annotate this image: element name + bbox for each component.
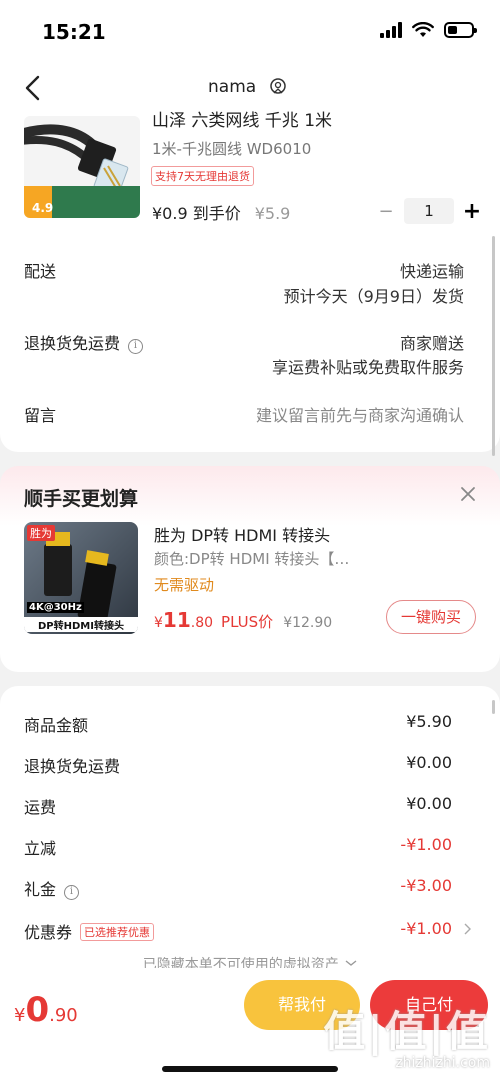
total-int: 0	[25, 990, 50, 1030]
summary-value-return: ¥0.00	[406, 753, 452, 772]
total-price: ¥0.90	[14, 990, 78, 1030]
status-bar: 15:21	[0, 0, 500, 60]
watermark-logo: 值|值|值	[323, 1007, 490, 1056]
recommend-product-image[interactable]: 胜为 4K@30Hz DP转HDMI转接头	[24, 522, 138, 634]
price-dec: .80	[190, 615, 214, 631]
chevron-down-icon	[345, 960, 357, 966]
decrease-button[interactable]: −	[374, 201, 398, 222]
recommend-img-spec: 4K@30Hz	[27, 602, 84, 613]
close-icon[interactable]	[460, 486, 476, 502]
delivery-label: 配送	[24, 262, 57, 281]
coupon-tag: 已选推荐优惠	[80, 923, 155, 941]
status-icons	[380, 22, 477, 38]
summary-value-gift: -¥3.00	[400, 876, 452, 895]
summary-value-coupon[interactable]: -¥1.00	[400, 919, 452, 938]
summary-label-goods: 商品金额	[24, 716, 89, 735]
message-label: 留言	[24, 406, 57, 425]
quantity-value[interactable]: 1	[404, 198, 454, 224]
total-symbol: ¥	[14, 1005, 26, 1026]
original-price: ¥5.9	[254, 204, 291, 223]
recommend-heading: 顺手买更划算	[24, 488, 139, 510]
one-click-buy-button[interactable]: 一键购买	[386, 600, 476, 634]
cellular-signal-icon	[380, 22, 402, 38]
nav-title: nama	[208, 77, 257, 97]
summary-value-discount: -¥1.00	[400, 835, 452, 854]
scrollbar[interactable]	[492, 236, 495, 456]
plus-price-label: PLUS价	[221, 613, 274, 631]
order-card: 4.9 山泽 六类网线 千兆 1米 1米-千兆圆线 WD6010 支持7天无理由…	[0, 111, 500, 452]
delivery-estimate: 预计今天（9月9日）发货	[283, 287, 464, 306]
return-policy-tag: 支持7天无理由退货	[151, 166, 254, 186]
nav-title-group[interactable]: nama	[208, 77, 288, 97]
price-int: 11	[162, 608, 191, 632]
info-icon[interactable]: i	[64, 885, 80, 900]
final-price: ¥0.9 到手价	[152, 204, 241, 223]
recommend-card: 顺手买更划算 胜为 4K@30Hz DP转HDMI转接头 胜为 DP转 HDMI…	[0, 466, 500, 672]
battery-icon	[444, 22, 477, 38]
total-dec: .90	[49, 1005, 78, 1026]
recommend-img-brand: 胜为	[27, 525, 55, 541]
status-time: 15:21	[42, 20, 106, 44]
product-title: 山泽 六类网线 千兆 1米	[152, 111, 333, 131]
scrollbar-thumb[interactable]	[492, 700, 495, 714]
summary-label-gift: 礼金 i	[24, 876, 80, 900]
increase-button[interactable]: +	[460, 199, 484, 224]
summary-value-goods: ¥5.90	[406, 712, 452, 731]
recommend-original-price: ¥12.90	[283, 615, 333, 631]
quantity-stepper: − 1 +	[374, 198, 484, 224]
watermark: 值|值|值 zhizhizhi.com	[323, 998, 490, 1071]
recommend-img-caption: DP转HDMI转接头	[24, 617, 138, 632]
home-indicator	[162, 1066, 338, 1072]
wifi-icon	[412, 22, 434, 37]
product-spec[interactable]: 1米-千兆圆线 WD6010	[152, 138, 311, 159]
return-shipping-detail: 享运费补贴或免费取件服务	[271, 358, 464, 377]
message-input[interactable]: 建议留言前先与商家沟通确认	[256, 402, 464, 426]
recommend-color[interactable]: 颜色:DP转 HDMI 转接头【…	[154, 548, 349, 569]
return-shipping-label: 退换货免运费	[24, 334, 121, 353]
recommend-title[interactable]: 胜为 DP转 HDMI 转接头	[154, 522, 330, 546]
product-badge-price: 4.9	[32, 201, 54, 215]
summary-label-return: 退换货免运费	[24, 757, 121, 776]
info-icon[interactable]: i	[128, 339, 144, 354]
delivery-method[interactable]: 快递运输	[400, 258, 464, 282]
summary-label-shipping: 运费	[24, 798, 57, 817]
chevron-right-icon[interactable]	[462, 923, 472, 935]
summary-value-shipping: ¥0.00	[406, 794, 452, 813]
return-shipping-label-group: 退换货免运费 i	[24, 330, 144, 354]
recommend-price: ¥11.80 PLUS价 ¥12.90	[154, 608, 332, 632]
product-price: ¥0.9 到手价 ¥5.9	[152, 200, 290, 224]
checkout-bar: ¥0.90 帮我付 自己付 值|值|值 zhizhizhi.com	[0, 968, 500, 1082]
back-arrow-icon[interactable]	[20, 74, 48, 102]
return-shipping-value: 商家赠送	[399, 334, 464, 353]
shop-badge-icon	[270, 78, 286, 94]
coupon-label: 优惠券	[24, 923, 73, 942]
recommend-note: 无需驱动	[154, 576, 215, 594]
summary-label-discount: 立减	[24, 839, 57, 858]
summary-label-coupon[interactable]: 优惠券 已选推荐优惠	[24, 919, 155, 943]
price-symbol: ¥	[154, 615, 163, 631]
gift-label: 礼金	[24, 880, 57, 899]
product-image[interactable]: 4.9	[24, 116, 140, 218]
